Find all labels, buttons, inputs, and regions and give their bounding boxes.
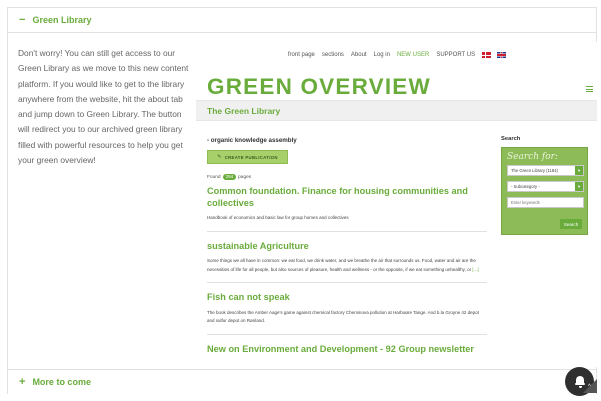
search-for-title: Search for: xyxy=(507,152,558,162)
site-logo[interactable]: GREEN OVERVIEW xyxy=(207,74,431,100)
danish-flag-icon[interactable] xyxy=(481,52,491,58)
site-top-nav: front page sections About Log in NEW USE… xyxy=(196,52,597,58)
nav-front-page[interactable]: front page xyxy=(284,52,318,58)
chevron-down-icon: ▼ xyxy=(575,182,583,191)
list-item: Fish can not speak The book describes th… xyxy=(207,292,487,335)
result-title-link[interactable]: New on Environment and Development - 92 … xyxy=(207,344,487,356)
accordion-title: More to come xyxy=(32,377,91,387)
list-item: New on Environment and Development - 92 … xyxy=(207,344,487,356)
search-heading: Search xyxy=(501,136,521,142)
results-list: Common foundation. Finance for housing c… xyxy=(207,186,487,364)
create-publication-button[interactable]: ✎ CREATE PUBLICATION xyxy=(207,150,288,164)
nav-support-us[interactable]: SUPPORT US xyxy=(433,52,479,58)
result-title-link[interactable]: sustainable Agriculture xyxy=(207,241,487,253)
result-description: The book describes the Amber Aage's game… xyxy=(207,309,479,324)
embedded-site-frame: front page sections About Log in NEW USE… xyxy=(196,42,597,367)
bell-icon xyxy=(574,376,585,388)
page-banner: The Green Library xyxy=(196,100,597,121)
chevron-up-icon: ^ xyxy=(588,384,591,390)
section-title: - organic knowledge assembly xyxy=(207,137,297,144)
count-badge: 294 xyxy=(222,174,237,180)
search-button[interactable]: Search xyxy=(560,219,582,229)
intro-text: Don't worry! You can still get access to… xyxy=(18,48,189,166)
uk-flag-icon[interactable] xyxy=(496,52,506,58)
pencil-icon: ✎ xyxy=(217,154,222,160)
nav-new-user[interactable]: NEW USER xyxy=(393,52,432,58)
results-count: Found 294 pages xyxy=(207,174,252,180)
result-description: Some things we all have in common: we ea… xyxy=(207,258,479,272)
result-title-link[interactable]: Common foundation. Finance for housing c… xyxy=(207,186,487,209)
minus-icon: − xyxy=(19,13,26,26)
result-description: Handbook of economics and basic law for … xyxy=(207,215,349,220)
list-item: sustainable Agriculture Some things we a… xyxy=(207,241,487,283)
plus-icon: + xyxy=(19,376,26,388)
hamburger-icon[interactable] xyxy=(586,86,593,92)
result-title-link[interactable]: Fish can not speak xyxy=(207,292,487,304)
nav-about[interactable]: About xyxy=(347,52,370,58)
chevron-down-icon: ▼ xyxy=(575,166,583,175)
list-item: Common foundation. Finance for housing c… xyxy=(207,186,487,232)
nav-sections[interactable]: sections xyxy=(318,52,347,58)
accordion-panel: − Green Library Don't worry! You can sti… xyxy=(7,7,597,394)
library-select[interactable]: The Green Library (1184) ▼ xyxy=(507,165,584,176)
accordion-header-more-to-come[interactable]: + More to come xyxy=(8,369,596,394)
keywords-input[interactable]: Enter keywords xyxy=(507,197,584,208)
read-more-link[interactable]: [...] xyxy=(472,267,478,272)
create-publication-label: CREATE PUBLICATION xyxy=(224,154,278,160)
search-panel: Search for: The Green Library (1184) ▼ -… xyxy=(501,147,588,235)
accordion-title: Green Library xyxy=(32,15,92,25)
subcategory-select[interactable]: - Subcategory - ▼ xyxy=(507,181,584,192)
nav-log-in[interactable]: Log in xyxy=(370,52,393,58)
accordion-header-green-library[interactable]: − Green Library xyxy=(8,8,596,33)
